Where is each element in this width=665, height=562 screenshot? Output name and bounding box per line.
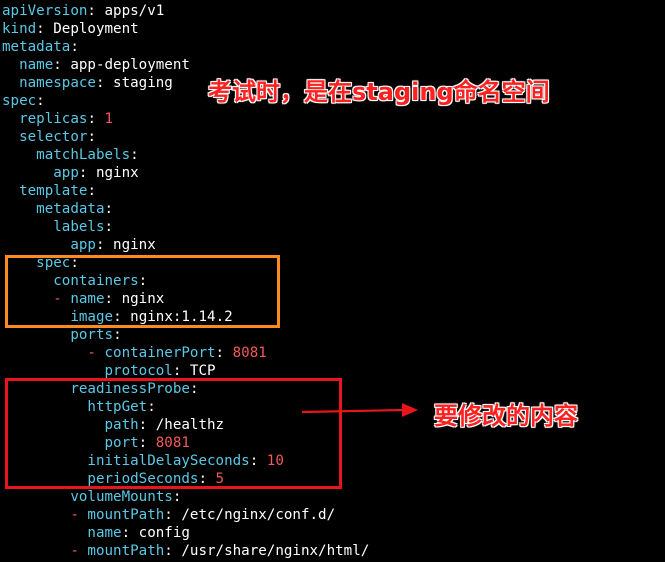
yaml-separator: : bbox=[215, 345, 225, 361]
yaml-indent: - bbox=[2, 507, 88, 523]
yaml-separator: : bbox=[104, 201, 114, 217]
yaml-key: mountPath bbox=[87, 507, 165, 523]
yaml-indent: - bbox=[2, 345, 105, 361]
yaml-value: TCP bbox=[181, 363, 216, 379]
yaml-line: - mountPath: /etc/nginx/conf.d/ bbox=[2, 506, 335, 524]
yaml-line: template: bbox=[2, 182, 96, 200]
yaml-separator: : bbox=[87, 111, 96, 127]
yaml-separator: : bbox=[113, 327, 122, 343]
yaml-indent bbox=[2, 363, 105, 379]
yaml-line: apiVersion: apps/v1 bbox=[2, 2, 164, 20]
yaml-key: kind bbox=[2, 21, 37, 37]
yaml-separator: : bbox=[130, 147, 139, 163]
yaml-indent bbox=[2, 147, 36, 163]
readiness-probe-highlight-box bbox=[5, 378, 342, 489]
yaml-separator: : bbox=[121, 525, 131, 541]
yaml-value: 1 bbox=[95, 111, 114, 127]
yaml-line: kind: Deployment bbox=[2, 20, 139, 38]
yaml-value: apps/v1 bbox=[95, 3, 165, 19]
yaml-line: - mountPath: /usr/share/nginx/html/ bbox=[2, 542, 369, 560]
containers-highlight-box bbox=[5, 255, 280, 328]
yaml-value: nginx bbox=[87, 165, 139, 181]
yaml-key: namespace bbox=[19, 75, 96, 91]
yaml-key: metadata bbox=[36, 201, 105, 217]
yaml-separator: : bbox=[172, 489, 182, 505]
yaml-indent bbox=[2, 219, 53, 235]
yaml-key: matchLabels bbox=[36, 147, 131, 163]
yaml-separator: : bbox=[164, 543, 173, 559]
yaml-indent bbox=[2, 237, 70, 253]
yaml-separator: : bbox=[104, 219, 114, 235]
yaml-line: volumeMounts: bbox=[2, 488, 181, 506]
namespace-annotation: 考试时，是在staging命名空间 bbox=[208, 78, 550, 106]
yaml-separator: : bbox=[36, 21, 45, 37]
yaml-separator: : bbox=[70, 39, 79, 55]
yaml-line: namespace: staging bbox=[2, 74, 173, 92]
yaml-separator: : bbox=[164, 507, 173, 523]
yaml-value: app-deployment bbox=[61, 57, 190, 73]
yaml-indent bbox=[2, 129, 19, 145]
yaml-indent bbox=[2, 525, 87, 541]
arrow-icon bbox=[301, 403, 418, 417]
yaml-line: metadata: bbox=[2, 38, 79, 56]
yaml-key: template bbox=[19, 183, 88, 199]
yaml-line: app: nginx bbox=[2, 236, 156, 254]
yaml-line: selector: bbox=[2, 128, 96, 146]
yaml-separator: : bbox=[95, 75, 105, 91]
yaml-line: - containerPort: 8081 bbox=[2, 344, 267, 362]
yaml-indent bbox=[2, 183, 19, 199]
yaml-key: containerPort bbox=[104, 345, 216, 361]
yaml-key: volumeMounts bbox=[70, 489, 173, 505]
yaml-value: 8081 bbox=[224, 345, 267, 361]
yaml-indent: - bbox=[2, 543, 88, 559]
yaml-line: ports: bbox=[2, 326, 122, 344]
yaml-line: spec: bbox=[2, 92, 45, 110]
yaml-separator: : bbox=[53, 57, 62, 73]
yaml-indent bbox=[2, 201, 36, 217]
yaml-key: spec bbox=[2, 93, 37, 109]
yaml-value: nginx bbox=[104, 237, 156, 253]
yaml-line: name: app-deployment bbox=[2, 56, 190, 74]
yaml-key: selector bbox=[19, 129, 88, 145]
yaml-line: replicas: 1 bbox=[2, 110, 113, 128]
yaml-indent bbox=[2, 165, 53, 181]
yaml-indent bbox=[2, 57, 19, 73]
yaml-key: apiVersion bbox=[2, 3, 88, 19]
yaml-separator: : bbox=[95, 237, 105, 253]
yaml-indent bbox=[2, 327, 70, 343]
yaml-line: app: nginx bbox=[2, 164, 139, 182]
yaml-key: app bbox=[53, 165, 79, 181]
yaml-key: labels bbox=[53, 219, 105, 235]
yaml-indent bbox=[2, 111, 19, 127]
yaml-value: staging bbox=[104, 75, 173, 91]
yaml-indent bbox=[2, 75, 19, 91]
yaml-key: ports bbox=[70, 327, 114, 343]
yaml-indent bbox=[2, 489, 70, 505]
yaml-key: app bbox=[70, 237, 96, 253]
yaml-line: labels: bbox=[2, 218, 113, 236]
yaml-separator: : bbox=[36, 93, 45, 109]
yaml-key: name bbox=[87, 525, 122, 541]
yaml-key: name bbox=[19, 57, 54, 73]
yaml-separator: : bbox=[87, 129, 96, 145]
yaml-value: /etc/nginx/conf.d/ bbox=[172, 507, 336, 523]
yaml-key: protocol bbox=[104, 363, 173, 379]
yaml-value: Deployment bbox=[44, 21, 139, 37]
yaml-line: name: config bbox=[2, 524, 190, 542]
yaml-key: replicas bbox=[19, 111, 88, 127]
yaml-value: config bbox=[130, 525, 190, 541]
yaml-value: /usr/share/nginx/html/ bbox=[172, 543, 370, 559]
yaml-separator: : bbox=[87, 183, 96, 199]
yaml-key: mountPath bbox=[87, 543, 165, 559]
yaml-separator: : bbox=[87, 3, 96, 19]
modify-annotation: 要修改的内容 bbox=[434, 402, 578, 430]
yaml-line: matchLabels: bbox=[2, 146, 139, 164]
yaml-key: metadata bbox=[2, 39, 71, 55]
yaml-line: metadata: bbox=[2, 200, 113, 218]
